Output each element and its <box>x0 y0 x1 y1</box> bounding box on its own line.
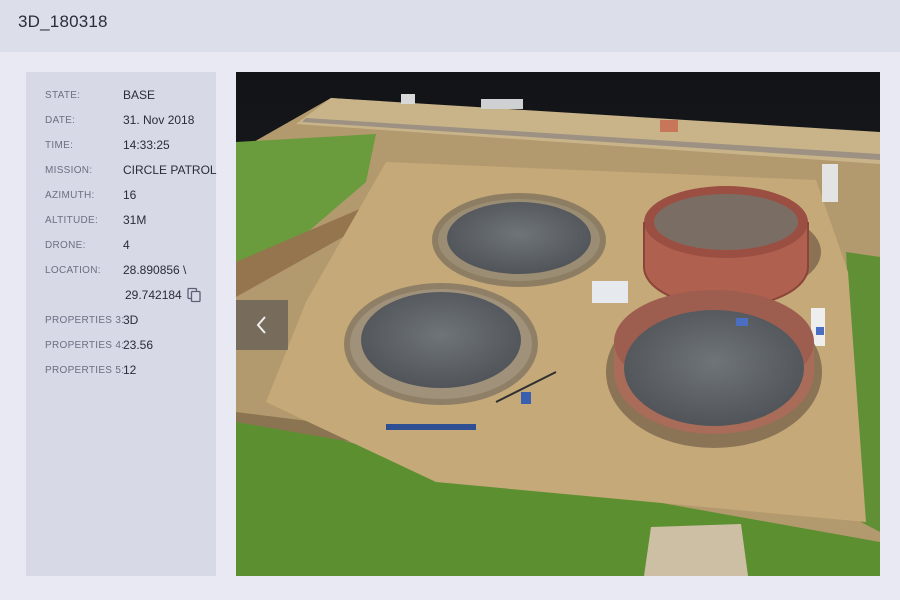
3d-model-viewer[interactable] <box>236 72 880 576</box>
info-panel: STATE: BASE DATE: 31. Nov 2018 TIME: 14:… <box>26 72 217 576</box>
info-row-location-2: 29.742184 <box>26 286 216 306</box>
location-value-lon: 29.742184 <box>125 288 182 302</box>
date-value: 31. Nov 2018 <box>123 113 195 127</box>
location-value-lat: 28.890856 \ <box>123 263 187 277</box>
properties-3-label: PROPERTIES 3: <box>45 315 125 326</box>
azimuth-label: AZIMUTH: <box>45 190 95 201</box>
state-label: STATE: <box>45 90 81 101</box>
mission-value: CIRCLE PATROL <box>123 163 217 177</box>
drone-value: 4 <box>123 238 130 252</box>
info-row-mission: MISSION: CIRCLE PATROL <box>26 161 217 181</box>
info-row-state: STATE: BASE <box>26 86 216 106</box>
info-row-location: LOCATION: 28.890856 \ <box>26 261 216 281</box>
info-row-drone: DRONE: 4 <box>26 236 216 256</box>
time-label: TIME: <box>45 140 74 151</box>
location-label: LOCATION: <box>45 265 101 276</box>
mission-label: MISSION: <box>45 165 93 176</box>
altitude-label: ALTITUDE: <box>45 215 99 226</box>
state-value: BASE <box>123 88 156 102</box>
time-value: 14:33:25 <box>123 138 170 152</box>
properties-3-value: 3D <box>123 313 139 327</box>
info-row-time: TIME: 14:33:25 <box>26 136 216 156</box>
properties-4-label: PROPERTIES 4: <box>45 340 125 351</box>
info-row-properties-5: PROPERTIES 5: 12 <box>26 361 216 381</box>
info-row-properties-3: PROPERTIES 3: 3D <box>26 311 216 331</box>
properties-5-value: 12 <box>123 363 137 377</box>
copy-icon[interactable] <box>186 287 202 303</box>
info-row-altitude: ALTITUDE: 31M <box>26 211 216 231</box>
construction-site-model <box>236 72 880 576</box>
info-row-azimuth: AZIMUTH: 16 <box>26 186 216 206</box>
azimuth-value: 16 <box>123 188 137 202</box>
properties-5-label: PROPERTIES 5: <box>45 365 125 376</box>
prev-button[interactable] <box>236 300 288 350</box>
header-bar: 3D_180318 <box>0 0 900 52</box>
chevron-left-icon <box>256 316 266 334</box>
date-label: DATE: <box>45 115 76 126</box>
page-title: 3D_180318 <box>18 12 108 31</box>
info-row-date: DATE: 31. Nov 2018 <box>26 111 216 131</box>
drone-label: DRONE: <box>45 240 86 251</box>
properties-4-value: 23.56 <box>123 338 154 352</box>
info-row-properties-4: PROPERTIES 4: 23.56 <box>26 336 216 356</box>
altitude-value: 31M <box>123 213 147 227</box>
